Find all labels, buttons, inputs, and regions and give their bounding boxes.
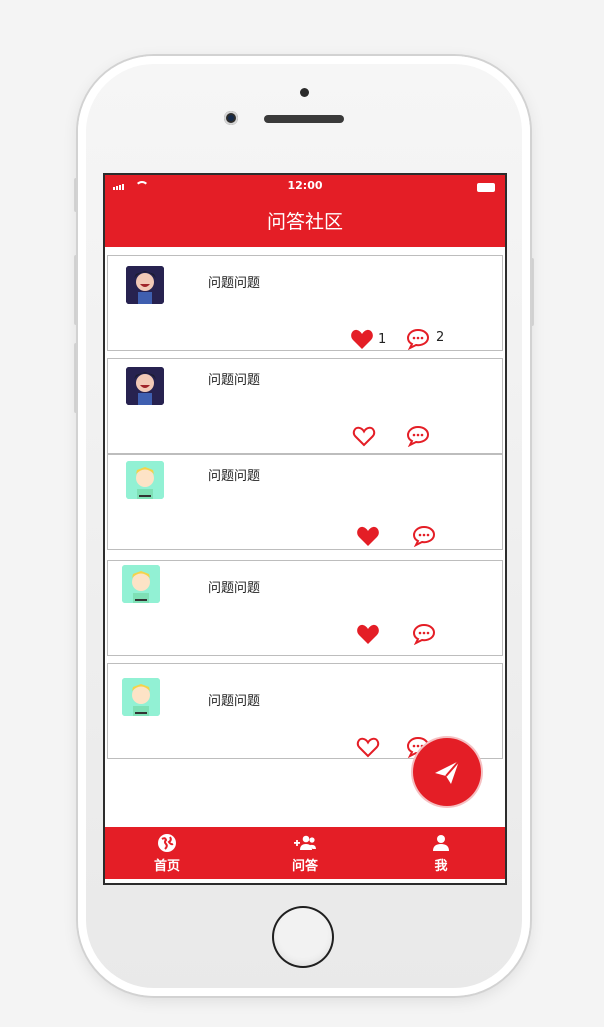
front-sensor: [300, 88, 309, 97]
avatar[interactable]: [126, 367, 164, 405]
mint-avatar-icon: [126, 461, 164, 499]
home-button[interactable]: [272, 906, 334, 968]
comment-count: 2: [436, 330, 445, 345]
question-text[interactable]: 问题问题: [208, 369, 260, 388]
question-card[interactable]: 问题问题: [107, 560, 503, 656]
heart-outline-icon[interactable]: [356, 736, 380, 758]
like-count: 1: [378, 332, 387, 347]
avatar[interactable]: [126, 461, 164, 499]
avatar[interactable]: [122, 678, 160, 716]
avatar[interactable]: [126, 266, 164, 304]
bottom-tab-bar: 首页 问答 我: [105, 827, 505, 879]
question-text[interactable]: 问题问题: [208, 577, 260, 596]
app-screen: 12:00 问答社区 问题问题 1 2 问题问题 问题问题 问题问题 问题问题 …: [103, 173, 507, 885]
tab-qa-label: 问答: [291, 859, 318, 874]
question-card[interactable]: 问题问题: [107, 454, 503, 550]
user-icon: [433, 835, 449, 851]
earpiece-speaker: [264, 115, 344, 123]
comment-icon[interactable]: [406, 425, 430, 447]
add-user-icon: [294, 835, 316, 850]
question-text[interactable]: 问题问题: [208, 465, 260, 484]
heart-filled-icon[interactable]: [350, 328, 374, 350]
question-text[interactable]: 问题问题: [208, 690, 260, 709]
dark-avatar-icon: [126, 266, 164, 304]
tab-qa[interactable]: 问答: [255, 833, 355, 874]
tab-me[interactable]: 我: [391, 833, 491, 874]
tab-me-label: 我: [434, 859, 448, 874]
mint-avatar-icon: [122, 565, 160, 603]
comment-icon[interactable]: [412, 525, 436, 547]
new-question-button[interactable]: [413, 738, 481, 806]
status-time: 12:00: [287, 179, 323, 192]
front-camera: [224, 111, 238, 125]
tab-home-label: 首页: [153, 859, 180, 874]
heart-filled-icon[interactable]: [356, 525, 380, 547]
battery-icon: [477, 183, 495, 192]
heart-filled-icon[interactable]: [356, 623, 380, 645]
send-icon: [435, 760, 460, 784]
dark-avatar-icon: [126, 367, 164, 405]
question-card[interactable]: 问题问题 1 2: [107, 255, 503, 351]
comment-icon[interactable]: [412, 623, 436, 645]
globe-icon: [158, 834, 176, 852]
question-text[interactable]: 问题问题: [208, 272, 260, 291]
tab-home[interactable]: 首页: [117, 833, 217, 874]
mint-avatar-icon: [122, 678, 160, 716]
question-card[interactable]: 问题问题: [107, 358, 503, 454]
side-button-power: [530, 258, 534, 326]
status-bar: 12:00: [105, 175, 505, 197]
page-title: 问答社区: [105, 197, 505, 247]
comment-icon[interactable]: [406, 328, 430, 350]
heart-outline-icon[interactable]: [352, 425, 376, 447]
avatar[interactable]: [122, 565, 160, 603]
